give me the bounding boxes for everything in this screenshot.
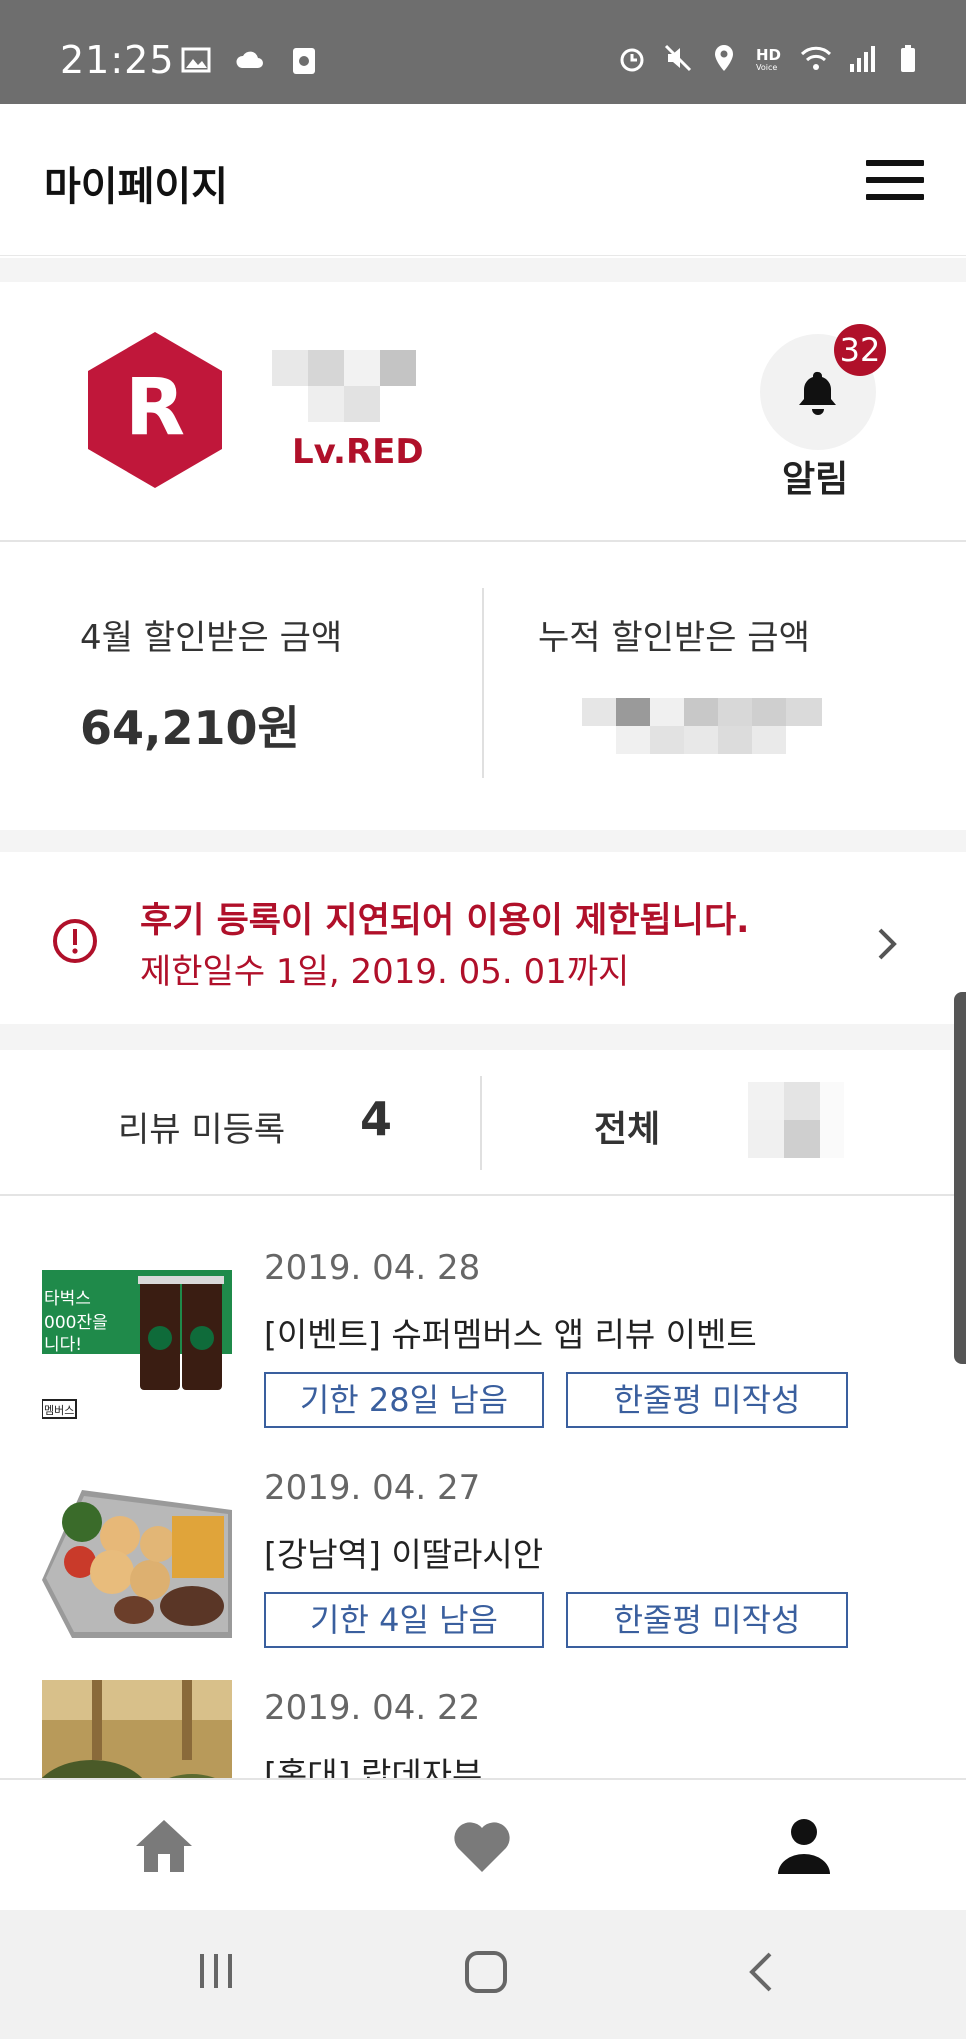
back-icon[interactable]	[742, 1948, 778, 1996]
svg-text:HD: HD	[756, 46, 781, 64]
svg-text:000잔을: 000잔을	[44, 1313, 108, 1333]
tab-all-count-redacted	[748, 1082, 844, 1158]
list-item[interactable]: 2019. 04. 27 [강남역] 이딸라시안 기한 4일 남음 한줄평 미작…	[0, 1418, 966, 1648]
battery-icon	[901, 45, 915, 72]
status-time: 21:25	[60, 38, 175, 82]
review-date: 2019. 04. 28	[264, 1248, 481, 1288]
notification-label: 알림	[782, 459, 849, 500]
discount-amounts: 4월 할인받은 금액 64,210원 누적 할인받은 금액	[0, 544, 966, 830]
cloud-icon	[236, 51, 263, 68]
logo-letter: R	[125, 363, 185, 453]
svg-text:니다!: 니다!	[44, 1335, 82, 1355]
total-discount-redacted	[582, 698, 822, 754]
username-redacted	[272, 350, 416, 422]
tab-unregistered-label: 리뷰 미등록	[118, 1110, 286, 1150]
gallery-icon	[181, 47, 211, 73]
restriction-warning[interactable]: 후기 등록이 지연되어 이용이 제한됩니다. 제한일수 1일, 2019. 05…	[0, 852, 966, 1024]
warning-subtitle: 제한일수 1일, 2019. 05. 01까지	[140, 952, 630, 992]
person-icon[interactable]	[772, 1814, 836, 1878]
home-button-icon[interactable]	[462, 1948, 510, 1996]
tab-unregistered-count: 4	[360, 1092, 393, 1146]
review-title: [홍대] 랍데자뷰	[264, 1755, 483, 1778]
heart-icon[interactable]	[450, 1814, 514, 1878]
alert-circle-icon	[53, 919, 97, 963]
review-title: [강남역] 이딸라시안	[264, 1535, 544, 1574]
section-gap	[0, 258, 966, 282]
page-title: 마이페이지	[44, 164, 228, 210]
scrollbar-handle[interactable]	[954, 992, 966, 1364]
svg-text:타벅스: 타벅스	[44, 1289, 91, 1309]
wifi-icon	[800, 46, 832, 70]
review-title: [이벤트] 슈퍼멤버스 앱 리뷰 이벤트	[264, 1315, 757, 1354]
section-gap	[0, 830, 966, 852]
hd-voice-icon: HDVoice	[756, 46, 781, 72]
event-thumbnail: 타벅스 000잔을 니다! 멤버스	[42, 1240, 232, 1426]
hamburger-menu-icon[interactable]	[866, 160, 924, 204]
section-gap	[0, 1024, 966, 1050]
monthly-discount-value: 64,210원	[80, 701, 300, 755]
svg-text:멤버스: 멤버스	[44, 1404, 74, 1417]
svg-text:Voice: Voice	[756, 63, 777, 72]
location-icon	[715, 45, 733, 71]
restaurant-thumbnail	[42, 1680, 232, 1778]
level-label: Lv.RED	[292, 432, 424, 472]
home-icon[interactable]	[132, 1814, 196, 1878]
food-thumbnail	[42, 1460, 232, 1646]
signal-icon	[850, 46, 875, 72]
review-date: 2019. 04. 27	[264, 1468, 481, 1508]
review-date: 2019. 04. 22	[264, 1688, 481, 1728]
list-item[interactable]: 2019. 04. 22 [홍대] 랍데자뷰	[0, 1638, 966, 1778]
level-logo-icon: R	[88, 332, 222, 488]
review-tabs: 리뷰 미등록 4 전체	[0, 1050, 966, 1196]
profile-section: R Lv.RED 32 알림	[0, 282, 966, 542]
total-discount-label: 누적 할인받은 금액	[538, 618, 810, 658]
divider	[482, 588, 484, 778]
chevron-right-icon	[878, 928, 897, 960]
list-item[interactable]: 타벅스 000잔을 니다! 멤버스 2019. 04. 28 [이벤트] 슈퍼멤…	[0, 1198, 966, 1428]
tab-all-label: 전체	[594, 1109, 661, 1150]
recent-apps-icon[interactable]	[194, 1948, 240, 1994]
calendar-icon	[293, 48, 315, 74]
monthly-discount-label: 4월 할인받은 금액	[80, 618, 343, 658]
status-bar: 21:25 HD Voice	[0, 0, 966, 104]
divider	[480, 1076, 482, 1170]
notification-count-badge: 32	[834, 324, 886, 376]
warning-title: 후기 등록이 지연되어 이용이 제한됩니다.	[140, 901, 750, 941]
system-navigation-bar	[0, 1910, 966, 2039]
review-list: 타벅스 000잔을 니다! 멤버스 2019. 04. 28 [이벤트] 슈퍼멤…	[0, 1198, 966, 1778]
bell-icon	[799, 371, 836, 415]
app-header: 마이페이지	[0, 104, 966, 256]
bottom-navigation	[0, 1778, 966, 1910]
alarm-icon	[620, 48, 644, 72]
mute-icon	[664, 44, 692, 72]
